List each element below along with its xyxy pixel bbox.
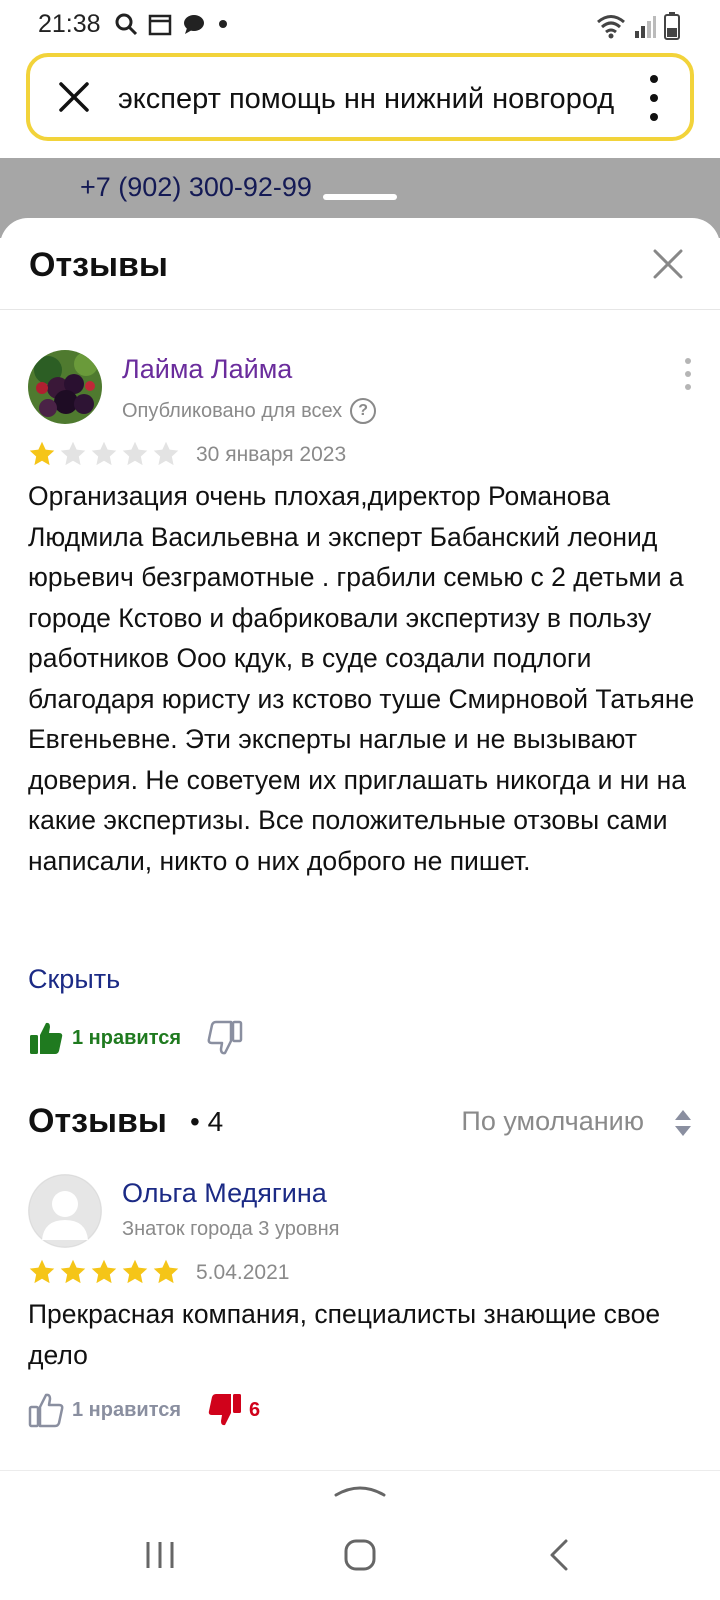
- star-empty-icon: [60, 441, 86, 466]
- star-filled-icon: [91, 1259, 117, 1284]
- star-empty-icon: [91, 441, 117, 466]
- notification-icons: [114, 12, 230, 36]
- status-time: 21:38: [38, 10, 101, 38]
- author-level: Знаток города 3 уровня: [122, 1218, 340, 1240]
- sheet-title: Отзывы: [29, 246, 168, 284]
- rating-stars: [28, 440, 180, 468]
- star-filled-icon: [60, 1259, 86, 1284]
- review-reactions: 1 нравится: [28, 1020, 243, 1056]
- star-empty-icon: [153, 441, 179, 466]
- review-author[interactable]: Лайма Лайма: [122, 354, 292, 385]
- thumbs-down-filled-icon[interactable]: [207, 1392, 243, 1428]
- search-header: [0, 50, 720, 158]
- search-status-icon: [115, 13, 138, 36]
- system-status-icons: [596, 12, 680, 40]
- review-visibility: Опубликовано для всех ?: [122, 398, 377, 424]
- review-reactions: 1 нравится 6: [28, 1392, 260, 1428]
- search-input[interactable]: [118, 79, 618, 119]
- home-icon[interactable]: [340, 1538, 380, 1572]
- thumbs-down-icon[interactable]: [207, 1020, 243, 1056]
- sort-dropdown[interactable]: По умолчанию: [461, 1106, 644, 1137]
- review-date: 30 января 2023: [196, 443, 347, 466]
- more-vertical-icon[interactable]: [644, 75, 664, 121]
- thumbs-up-icon[interactable]: [28, 1392, 64, 1428]
- search-bar[interactable]: [26, 53, 694, 141]
- thumbs-up-filled-icon[interactable]: [28, 1020, 64, 1056]
- reviews-list-header: Отзывы • 4 По умолчанию: [0, 1102, 720, 1162]
- dot-status-icon: [219, 20, 227, 28]
- recent-apps-icon[interactable]: [140, 1538, 180, 1572]
- sort-icon[interactable]: [674, 1108, 692, 1138]
- back-icon[interactable]: [540, 1538, 580, 1572]
- signal-icon: [635, 16, 656, 38]
- like-count: 1 нравится: [72, 1398, 182, 1421]
- calendar-status-icon: [148, 14, 172, 36]
- reviews-list-title: Отзывы: [28, 1102, 167, 1140]
- reviews-sheet: Отзывы Лайма Лайма Опубликовано для всех…: [0, 218, 720, 1470]
- chat-status-icon: [184, 15, 204, 34]
- sheet-header: Отзывы: [0, 218, 720, 310]
- review-menu-icon[interactable]: [682, 358, 694, 390]
- review-text: Прекрасная компания, специалисты знающие…: [28, 1299, 661, 1370]
- dislike-count: 6: [249, 1398, 261, 1421]
- avatar[interactable]: [28, 1174, 102, 1248]
- star-filled-icon: [29, 1259, 55, 1284]
- review-date: 5.04.2021: [196, 1261, 290, 1284]
- sheet-drag-handle[interactable]: [323, 194, 397, 200]
- star-filled-icon: [153, 1259, 179, 1284]
- close-icon[interactable]: [56, 79, 92, 115]
- close-sheet-icon[interactable]: [652, 248, 684, 280]
- star-filled-icon: [122, 1259, 148, 1284]
- avatar[interactable]: [28, 350, 102, 424]
- star-filled-icon: [29, 441, 55, 466]
- star-empty-icon: [122, 441, 148, 466]
- system-navbar: [0, 1500, 720, 1600]
- chevron-up-icon[interactable]: [334, 1481, 386, 1497]
- help-icon[interactable]: ?: [350, 398, 377, 424]
- battery-icon: [664, 12, 680, 40]
- reviews-count: • 4: [190, 1106, 224, 1137]
- review-author[interactable]: Ольга Медягина: [122, 1178, 327, 1209]
- like-count: 1 нравится: [72, 1026, 182, 1049]
- review-text: Организация очень плохая,директор Романо…: [28, 481, 695, 876]
- rating-stars: [28, 1258, 180, 1286]
- background-phone: +7 (902) 300-92-99: [80, 172, 312, 202]
- visibility-label: Опубликовано для всех: [122, 399, 343, 422]
- expand-panel[interactable]: [0, 1470, 720, 1500]
- hide-link[interactable]: Скрыть: [28, 964, 120, 995]
- status-bar: 21:38: [0, 0, 720, 50]
- wifi-icon: [597, 15, 625, 39]
